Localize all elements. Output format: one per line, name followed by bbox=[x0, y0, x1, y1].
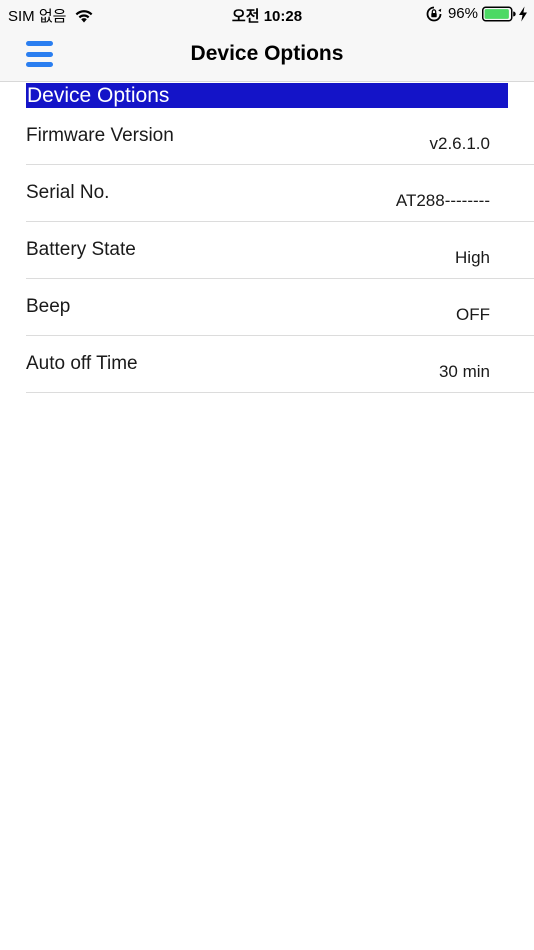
option-value: 30 min bbox=[438, 362, 490, 381]
battery-icon bbox=[482, 6, 516, 21]
options-list: Firmware Version v2.6.1.0 Serial No. AT2… bbox=[26, 108, 534, 393]
option-label: Serial No. bbox=[26, 182, 110, 203]
option-label: Beep bbox=[26, 296, 71, 317]
option-row-firmware-version[interactable]: Firmware Version v2.6.1.0 bbox=[26, 108, 534, 165]
battery-percent: 96% bbox=[447, 5, 478, 22]
screen: SIM 없음 오전 10:28 96% Device Options Devic… bbox=[0, 0, 534, 950]
status-bar-right: 96% bbox=[426, 5, 528, 22]
option-value: AT288-------- bbox=[395, 191, 490, 210]
option-row-beep[interactable]: Beep OFF bbox=[26, 279, 534, 336]
rotation-lock-icon bbox=[426, 6, 442, 21]
option-row-serial-no[interactable]: Serial No. AT288-------- bbox=[26, 165, 534, 222]
option-label: Auto off Time bbox=[26, 353, 138, 374]
option-label: Battery State bbox=[26, 239, 136, 260]
status-bar: SIM 없음 오전 10:28 96% bbox=[0, 0, 534, 28]
option-value: OFF bbox=[456, 305, 490, 324]
option-value: High bbox=[455, 248, 490, 267]
option-label: Firmware Version bbox=[26, 125, 174, 146]
page-title: Device Options bbox=[190, 42, 344, 65]
option-value: v2.6.1.0 bbox=[429, 134, 491, 153]
charging-icon bbox=[519, 6, 527, 21]
navigation-bar: Device Options bbox=[0, 28, 534, 82]
option-row-battery-state[interactable]: Battery State High bbox=[26, 222, 534, 279]
option-row-auto-off-time[interactable]: Auto off Time 30 min bbox=[26, 336, 534, 393]
section-header: Device Options bbox=[26, 83, 508, 108]
